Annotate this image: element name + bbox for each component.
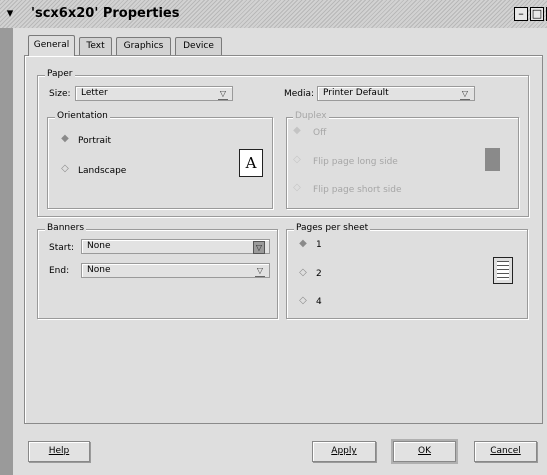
tab-graphics[interactable]: Graphics: [116, 37, 171, 56]
window-menu-icon[interactable]: ▾: [3, 7, 17, 21]
duplex-preview-icon: [485, 148, 500, 171]
pages-1-radio[interactable]: ◆: [298, 239, 308, 249]
dropdown-arrow-icon: ▽: [255, 266, 265, 277]
banner-end-combo[interactable]: None ▽: [81, 263, 270, 278]
paper-group-label: Paper: [45, 69, 75, 80]
pages-per-sheet-group-label: Pages per sheet: [294, 223, 371, 234]
banners-group-label: Banners: [45, 223, 87, 234]
pages-per-sheet-preview-icon: [493, 257, 513, 284]
tab-general[interactable]: General: [28, 35, 75, 56]
banner-start-combo[interactable]: None ▽: [81, 239, 270, 254]
dropdown-arrow-icon: ▽: [460, 89, 470, 100]
maximize-icon[interactable]: □: [530, 7, 544, 21]
landscape-label[interactable]: Landscape: [78, 165, 126, 177]
duplex-long-label: Flip page long side: [313, 157, 398, 167]
cancel-button[interactable]: Cancel: [474, 441, 537, 462]
banner-end-value: None: [87, 265, 111, 275]
tab-device[interactable]: Device: [175, 37, 222, 56]
dropdown-arrow-icon: ▽: [253, 241, 265, 254]
banner-end-label: End:: [49, 266, 70, 276]
apply-button-label: Apply: [331, 446, 357, 456]
duplex-short-radio: ◇: [293, 182, 301, 193]
window-left-edge: [0, 28, 13, 475]
duplex-long-radio: ◇: [293, 154, 301, 165]
pages-4-radio[interactable]: ◇: [298, 296, 308, 306]
help-button[interactable]: Help: [28, 441, 90, 462]
window-title: 'scx6x20' Properties: [31, 6, 180, 21]
duplex-off-label: Off: [313, 128, 327, 138]
portrait-label[interactable]: Portrait: [78, 135, 111, 147]
minimize-icon[interactable]: –: [514, 7, 528, 21]
banner-start-label: Start:: [49, 243, 75, 253]
banner-start-value: None: [87, 241, 111, 251]
orientation-group-label: Orientation: [55, 111, 110, 122]
duplex-group-label: Duplex: [293, 111, 329, 122]
media-label: Media:: [284, 89, 315, 99]
portrait-radio[interactable]: ◆: [60, 134, 70, 144]
pages-1-label[interactable]: 1: [316, 239, 322, 251]
dropdown-arrow-icon: ▽: [218, 89, 228, 100]
media-combo[interactable]: Printer Default ▽: [317, 86, 475, 101]
pages-2-label[interactable]: 2: [316, 268, 322, 280]
pages-4-label[interactable]: 4: [316, 296, 322, 308]
landscape-radio[interactable]: ◇: [60, 164, 70, 174]
orientation-preview-icon: A: [239, 149, 263, 177]
apply-button[interactable]: Apply: [312, 441, 376, 462]
pages-per-sheet-group: [286, 229, 528, 319]
media-value: Printer Default: [323, 88, 389, 98]
title-bar[interactable]: ▾ 'scx6x20' Properties – □ ✕: [0, 0, 547, 28]
size-value: Letter: [81, 88, 108, 98]
duplex-short-label: Flip page short side: [313, 185, 402, 195]
ok-button[interactable]: OK: [393, 441, 456, 462]
size-combo[interactable]: Letter ▽: [75, 86, 233, 101]
pages-2-radio[interactable]: ◇: [298, 268, 308, 278]
duplex-off-radio: ◆: [293, 125, 301, 136]
ok-button-label: OK: [418, 446, 431, 456]
help-button-label: Help: [48, 446, 70, 456]
cancel-button-label: Cancel: [490, 446, 521, 456]
tab-text[interactable]: Text: [79, 37, 112, 56]
size-label: Size:: [49, 89, 71, 99]
